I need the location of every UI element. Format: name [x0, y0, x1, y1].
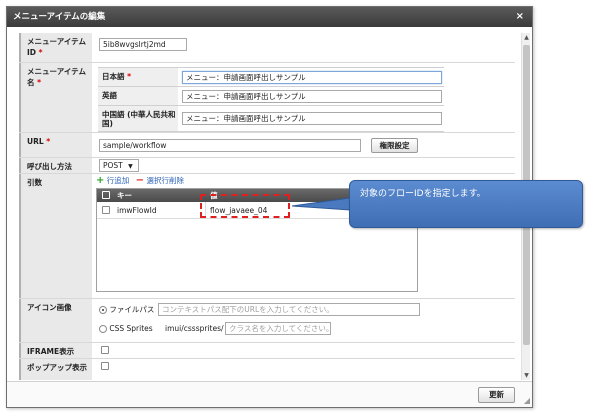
language-row-en: 英語 メニュー：申請画面呼出しサンプル: [98, 87, 444, 106]
popup-checkbox[interactable]: [101, 362, 109, 370]
popup-label: ポップアップ表示: [19, 359, 92, 380]
menu-item-name-label: メニューアイテム名 *: [19, 63, 92, 132]
resize-grip-icon[interactable]: ◢: [524, 396, 530, 405]
required-mark: *: [127, 72, 132, 81]
language-row-zh: 中国語 (中華人民共和国) メニュー：申請画面呼出しサンプル: [98, 106, 444, 132]
menu-name-ja-input[interactable]: メニュー：申請画面呼出しサンプル: [182, 71, 442, 84]
scroll-down-icon[interactable]: ▼: [522, 372, 531, 379]
language-label-ja: 日本語 *: [98, 68, 178, 86]
delete-selected-rows-link[interactable]: 選択行削除: [146, 176, 184, 185]
url-input[interactable]: sample/workflow: [99, 139, 361, 152]
menu-item-id-label: メニューアイテムID *: [19, 33, 92, 62]
row-call-method: 呼び出し方法 POST ▼: [19, 158, 515, 174]
language-label-ja-text: 日本語: [102, 72, 125, 81]
args-label: 引数: [19, 174, 92, 298]
css-sprites-prefix: imui/csssprites/: [165, 324, 224, 333]
menu-name-en-input[interactable]: メニュー：申請画面呼出しサンプル: [182, 90, 442, 103]
file-path-label: ファイルパス: [109, 305, 155, 314]
file-path-input[interactable]: コンテキストパス配下のURLを入力してください。: [158, 303, 420, 316]
language-label-zh: 中国語 (中華人民共和国): [98, 106, 178, 131]
minus-icon[interactable]: −: [136, 175, 144, 186]
dialog-titlebar: メニューアイテムの編集 ×: [7, 7, 532, 27]
call-method-select[interactable]: POST ▼: [99, 159, 139, 172]
row-checkbox[interactable]: [102, 206, 110, 214]
language-label-en: 英語: [98, 87, 178, 105]
css-sprites-option[interactable]: CSS Sprites: [99, 323, 153, 335]
row-icon-image: アイコン画像 ファイルパス コンテキストパス配下のURLを入力してください。 C…: [19, 299, 515, 343]
scroll-up-icon[interactable]: ▲: [522, 34, 531, 41]
update-button[interactable]: 更新: [478, 387, 515, 403]
add-row-link[interactable]: 行追加: [107, 176, 130, 185]
chevron-down-icon: ▼: [128, 163, 133, 170]
iframe-label: IFRAME表示: [19, 343, 92, 358]
css-sprites-class-input[interactable]: クラス名を入力してください。: [225, 322, 331, 335]
url-label-text: URL: [27, 137, 44, 146]
call-method-value: POST: [103, 161, 123, 170]
required-mark: *: [38, 48, 43, 57]
iframe-checkbox[interactable]: [101, 346, 109, 354]
row-popup: ポップアップ表示: [19, 359, 515, 380]
annotation-callout: 対象のフローIDを指定します。: [349, 180, 583, 228]
arg-key-cell[interactable]: imwFlowId: [117, 202, 157, 219]
icon-image-label: アイコン画像: [19, 299, 92, 342]
css-sprites-label: CSS Sprites: [109, 324, 153, 333]
row-menu-item-id: メニューアイテムID * 5ib8wvgslrtj2md: [19, 33, 515, 63]
row-iframe: IFRAME表示: [19, 343, 515, 359]
highlight-box: [200, 194, 290, 218]
dialog-footer: 更新 ◢: [7, 381, 532, 407]
language-table: 日本語 * メニュー：申請画面呼出しサンプル 英語 メニュー：申請画面呼出しサン…: [98, 67, 444, 132]
plus-icon[interactable]: +: [96, 175, 104, 186]
call-method-label: 呼び出し方法: [19, 158, 92, 173]
required-mark: *: [46, 137, 51, 146]
callout-text: 対象のフローIDを指定します。: [360, 189, 486, 199]
file-path-option[interactable]: ファイルパス: [99, 304, 154, 316]
select-all-checkbox[interactable]: [102, 191, 110, 199]
menu-item-id-input[interactable]: 5ib8wvgslrtj2md: [99, 38, 187, 51]
row-menu-item-name: メニューアイテム名 * 日本語 * メニュー：申請画面呼出しサンプル 英語 メニ…: [19, 63, 515, 133]
close-icon[interactable]: ×: [516, 7, 524, 27]
required-mark: *: [37, 78, 42, 87]
permission-settings-button[interactable]: 権限設定: [371, 138, 418, 153]
menu-name-zh-input[interactable]: メニュー：申請画面呼出しサンプル: [182, 112, 442, 125]
url-label: URL *: [19, 133, 92, 157]
file-path-radio[interactable]: [99, 306, 107, 314]
args-toolbar: + 行追加 − 選択行削除: [96, 176, 184, 186]
dialog-title: メニューアイテムの編集: [13, 12, 106, 22]
menu-item-name-label-text: メニューアイテム名: [27, 67, 86, 87]
menu-item-id-label-text: メニューアイテムID: [27, 37, 86, 57]
column-header-key: キー: [117, 191, 132, 200]
row-url: URL * sample/workflow 権限設定: [19, 133, 515, 158]
language-row-ja: 日本語 * メニュー：申請画面呼出しサンプル: [98, 68, 444, 87]
callout-pointer: [291, 197, 351, 211]
css-sprites-radio[interactable]: [99, 325, 107, 333]
